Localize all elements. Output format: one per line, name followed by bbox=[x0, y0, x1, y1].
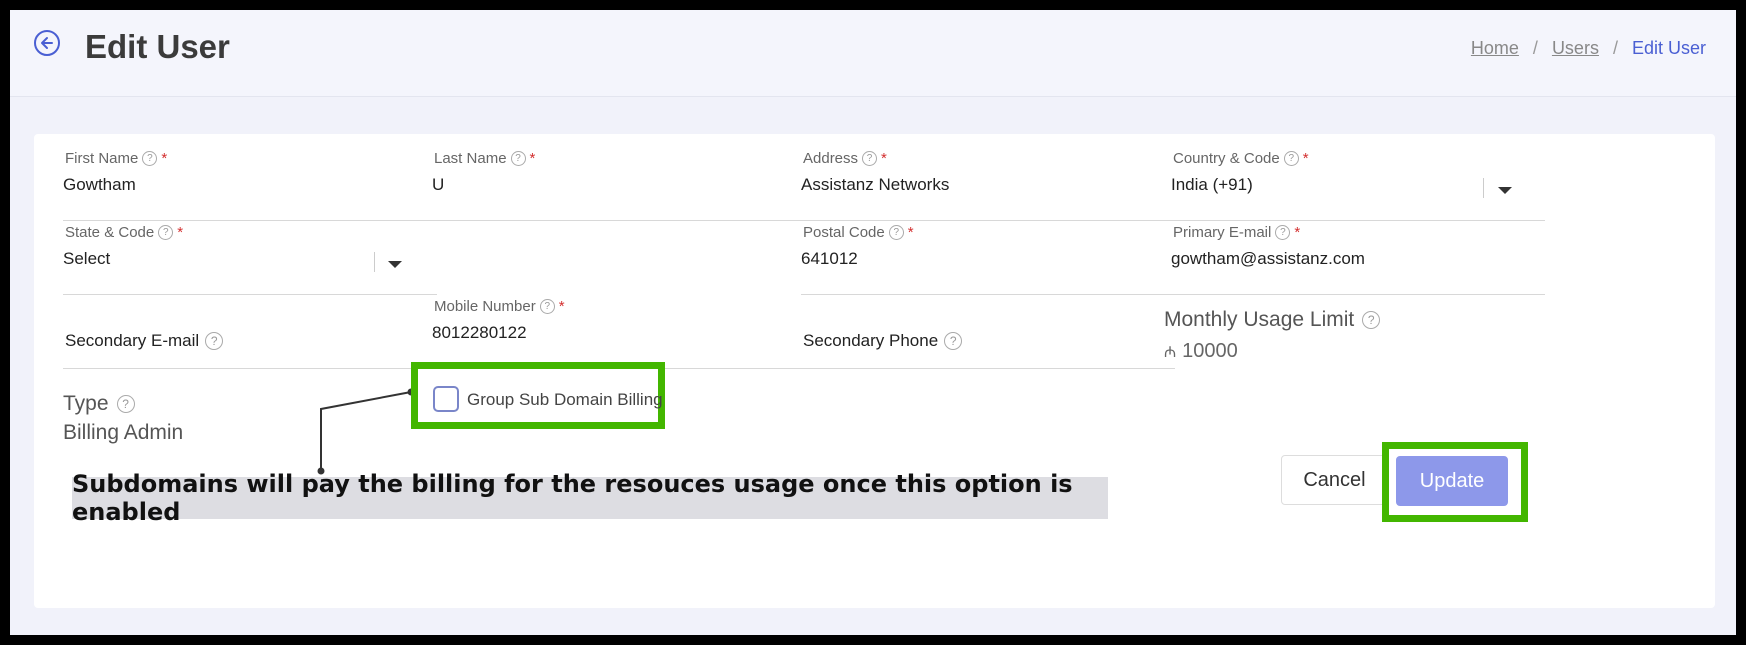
cancel-button[interactable]: Cancel bbox=[1281, 455, 1388, 505]
group-sub-domain-billing-checkbox[interactable] bbox=[433, 386, 459, 412]
group-sub-domain-billing-label[interactable]: Group Sub Domain Billing bbox=[467, 390, 663, 410]
annotation-note: Subdomains will pay the billing for the … bbox=[72, 470, 1108, 526]
annotation-connector bbox=[317, 388, 415, 475]
update-button[interactable]: Update bbox=[1396, 456, 1508, 506]
app-window: Edit User Home / Users / Edit User First… bbox=[10, 10, 1736, 635]
